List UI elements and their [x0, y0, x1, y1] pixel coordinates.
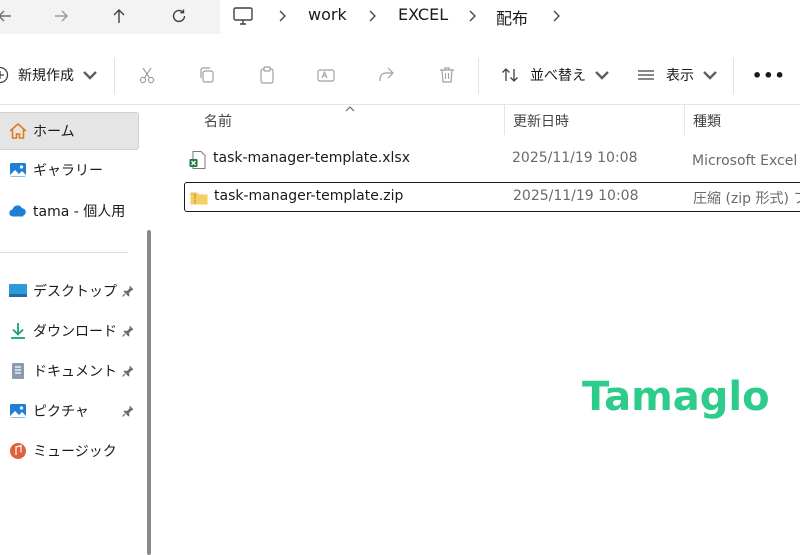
sidebar-item-music[interactable]: ミュージック [0, 433, 138, 469]
column-divider[interactable] [504, 105, 505, 135]
refresh-button[interactable] [166, 4, 192, 28]
sort-button[interactable]: 並べ替え [500, 64, 612, 86]
music-icon [8, 441, 28, 461]
onedrive-cloud-icon [8, 201, 28, 221]
sidebar-item-label: tama - 個人用 [33, 204, 126, 220]
column-header-type[interactable]: 種類 [693, 111, 721, 131]
sort-label: 並べ替え [530, 68, 586, 84]
share-button[interactable] [376, 64, 396, 86]
breadcrumb-item-distribution[interactable]: 配布 [496, 5, 528, 29]
watermark-logo: Tamaglo [582, 374, 770, 420]
file-type: Microsoft Excel ワ [692, 153, 800, 169]
breadcrumb[interactable]: work EXCEL 配布 [220, 0, 800, 34]
sidebar-scrollbar[interactable] [147, 230, 151, 555]
home-icon [8, 121, 28, 141]
pin-icon[interactable] [121, 324, 135, 338]
file-modified: 2025/11/19 10:08 [513, 188, 639, 204]
toolbar-divider [733, 58, 734, 94]
pin-icon[interactable] [121, 364, 135, 378]
sort-ascending-caret-icon [345, 106, 355, 112]
new-plus-icon [0, 66, 9, 84]
chevron-right-icon[interactable] [550, 9, 562, 23]
up-arrow-icon [113, 9, 125, 23]
paste-button[interactable] [257, 64, 277, 86]
copy-icon [200, 67, 214, 83]
chevron-right-icon[interactable] [366, 9, 378, 23]
pin-icon[interactable] [121, 404, 135, 418]
scissors-icon [139, 67, 155, 84]
sidebar-item-label: デスクトップ [33, 284, 117, 300]
sidebar-divider [0, 252, 128, 253]
sidebar-item-documents[interactable]: ドキュメント [0, 353, 138, 389]
pictures-icon [8, 401, 28, 421]
toolbar-divider [478, 58, 479, 94]
file-modified: 2025/11/19 10:08 [512, 150, 638, 166]
sort-arrows-icon [502, 68, 518, 82]
chevron-right-icon[interactable] [276, 9, 288, 23]
file-type: 圧縮 (zip 形式) フ [693, 191, 800, 207]
pin-icon[interactable] [121, 284, 135, 298]
chevron-down-icon [83, 71, 97, 80]
rename-icon [317, 69, 335, 82]
back-arrow-icon [0, 10, 11, 22]
view-label: 表示 [666, 68, 694, 84]
new-button[interactable]: 新規作成 [0, 64, 100, 86]
sidebar-item-label: ホーム [33, 124, 75, 140]
address-row: work EXCEL 配布 [0, 0, 800, 34]
more-options-button[interactable]: ••• [752, 64, 786, 86]
up-button[interactable] [106, 4, 132, 28]
breadcrumb-item-excel[interactable]: EXCEL [398, 5, 448, 24]
copy-button[interactable] [197, 64, 217, 86]
new-label: 新規作成 [18, 68, 74, 84]
download-icon [8, 321, 28, 341]
sidebar-item-onedrive[interactable]: tama - 個人用 [0, 193, 138, 229]
file-row[interactable]: task-manager-template.xlsx 2025/11/19 10… [184, 145, 800, 175]
column-divider[interactable] [684, 105, 685, 135]
rename-button[interactable] [316, 64, 336, 86]
column-header-modified[interactable]: 更新日時 [513, 111, 569, 131]
view-lines-icon [638, 70, 654, 80]
sidebar-item-label: ピクチャ [33, 404, 89, 420]
excel-file-icon [189, 151, 206, 169]
share-icon [379, 67, 394, 81]
breadcrumb-item-work[interactable]: work [308, 5, 347, 24]
sidebar-item-label: ドキュメント [33, 364, 117, 380]
chevron-down-icon [703, 71, 717, 80]
navigation-pane: ホーム ギャラリー tama - 個人用 デスクトップ ダウンロード ドキュメン… [0, 105, 160, 555]
file-name: task-manager-template.xlsx [213, 150, 411, 166]
sidebar-item-downloads[interactable]: ダウンロード [0, 313, 138, 349]
command-bar: 新規作成 並べ替え 表示 ••• [0, 46, 800, 105]
chevron-down-icon [595, 71, 609, 80]
forward-arrow-icon [55, 10, 68, 22]
sidebar-item-pictures[interactable]: ピクチャ [0, 393, 138, 429]
sidebar-item-home[interactable]: ホーム [0, 112, 139, 150]
sidebar-item-gallery[interactable]: ギャラリー [0, 152, 138, 188]
file-name: task-manager-template.zip [214, 188, 404, 204]
toolbar-divider [114, 58, 115, 94]
chevron-right-icon[interactable] [466, 9, 478, 23]
forward-button[interactable] [48, 4, 74, 28]
zip-folder-icon [190, 192, 208, 205]
this-pc-monitor-icon[interactable] [232, 6, 254, 26]
sidebar-item-label: ギャラリー [33, 163, 103, 179]
file-row-selected[interactable]: task-manager-template.zip 2025/11/19 10:… [184, 182, 800, 212]
cut-button[interactable] [137, 64, 157, 86]
back-button[interactable] [0, 4, 18, 28]
sidebar-item-desktop[interactable]: デスクトップ [0, 273, 138, 309]
column-header-name[interactable]: 名前 [204, 111, 232, 131]
sidebar-item-label: ダウンロード [33, 324, 117, 340]
delete-button[interactable] [437, 64, 457, 86]
trash-icon [440, 67, 454, 83]
gallery-icon [8, 160, 28, 180]
documents-icon [8, 361, 28, 381]
desktop-folder-icon [8, 281, 28, 301]
more-options-icon: ••• [752, 65, 786, 85]
clipboard-paste-icon [260, 66, 274, 84]
refresh-icon [172, 9, 186, 23]
sidebar-item-label: ミュージック [33, 444, 117, 460]
view-button[interactable]: 表示 [636, 64, 720, 86]
